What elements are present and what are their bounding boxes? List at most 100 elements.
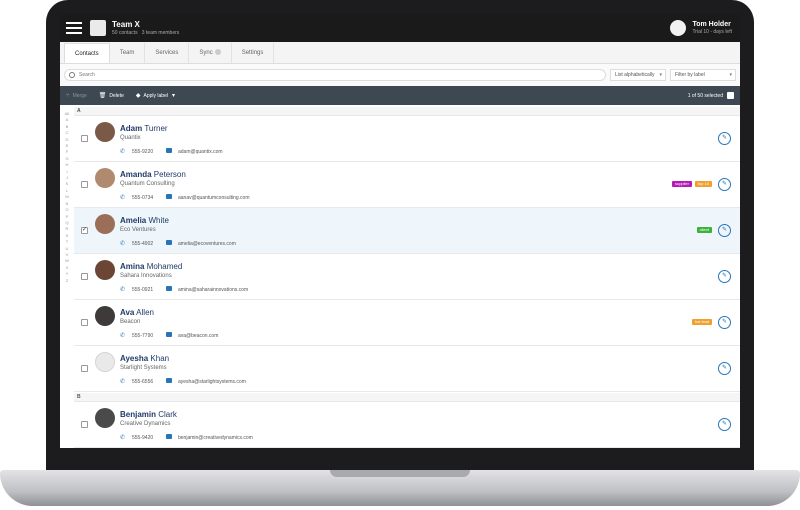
contact-row[interactable]: Amina Mohamed Sahara Innovations ✆ 555-0… xyxy=(74,254,740,300)
contact-row[interactable]: ✓ Amelia White Eco Ventures ✆ 555-4902 a… xyxy=(74,208,740,254)
contact-email[interactable]: benjamin@creativedynamics.com xyxy=(178,435,253,441)
tab-team[interactable]: Team xyxy=(110,43,146,63)
edit-contact-button[interactable]: ✎ xyxy=(718,362,731,375)
phone-icon: ✆ xyxy=(120,333,126,339)
trash-icon: 🗑 xyxy=(98,93,107,99)
team-logo xyxy=(90,20,106,36)
avatar xyxy=(95,214,115,234)
tab-sync[interactable]: Sync xyxy=(189,43,232,63)
tab-settings[interactable]: Settings xyxy=(232,43,275,63)
label-badge[interactable]: hot lead xyxy=(691,319,712,325)
section-header-a: A xyxy=(74,107,740,116)
user-name: Tom Holder xyxy=(692,21,731,28)
contact-row[interactable]: Benjamin Clark Creative Dynamics ✆ 555-9… xyxy=(74,402,740,448)
row-checkbox[interactable] xyxy=(81,181,88,188)
avatar xyxy=(95,168,115,188)
edit-contact-button[interactable]: ✎ xyxy=(718,178,731,191)
trial-text: Trial 10 - days left xyxy=(692,29,732,35)
select-all-checkbox[interactable] xyxy=(727,92,734,99)
phone-icon: ✆ xyxy=(120,379,126,385)
contact-name[interactable]: Adam Turner xyxy=(120,124,168,133)
apply-label-button[interactable]: ◆ Apply label ▾ xyxy=(136,92,178,100)
contact-row[interactable]: Adam Turner Quantix ✆ 555-9220 adam@quan… xyxy=(74,116,740,162)
avatar-placeholder xyxy=(95,352,115,372)
edit-contact-button[interactable]: ✎ xyxy=(718,132,731,145)
contact-company: Eco Ventures xyxy=(120,227,156,233)
contact-email[interactable]: amelia@ecoventures.com xyxy=(178,241,236,247)
edit-contact-button[interactable]: ✎ xyxy=(718,316,731,329)
merge-button[interactable]: ⑂ Merge xyxy=(66,93,87,99)
last-name: Khan xyxy=(150,354,170,363)
label-badge[interactable]: top 10 xyxy=(694,181,712,187)
laptop-bezel xyxy=(46,448,754,472)
contact-row[interactable]: Amanda Peterson Quantum Consulting ✆ 555… xyxy=(74,162,740,208)
contact-phone[interactable]: 555-9220 xyxy=(132,149,153,155)
contact-name[interactable]: Amelia White xyxy=(120,216,169,225)
user-avatar xyxy=(670,20,687,36)
contact-phone[interactable]: 555-7790 xyxy=(132,333,153,339)
row-checkbox[interactable] xyxy=(81,319,88,326)
edit-contact-button[interactable]: ✎ xyxy=(718,270,731,283)
selected-text: 1 of 50 selected xyxy=(687,92,723,99)
first-name: Adam xyxy=(120,124,143,133)
avatar xyxy=(95,122,115,142)
phone-icon: ✆ xyxy=(120,149,126,155)
contact-email[interactable]: amina@saharainnovations.com xyxy=(178,287,248,293)
tab-contacts[interactable]: Contacts xyxy=(64,43,110,63)
delete-button[interactable]: 🗑 Delete xyxy=(98,92,124,100)
sort-select[interactable]: List alphabetically ▾ xyxy=(610,69,666,81)
row-checkbox[interactable]: ✓ xyxy=(81,227,88,234)
delete-label: Delete xyxy=(109,92,124,99)
avatar xyxy=(95,306,115,326)
contact-company: Creative Dynamics xyxy=(120,421,171,427)
alphabet-index: All A B C D E F G H I J K L M N O P Q R S T U V W X Y Z xyxy=(63,111,71,284)
contact-email[interactable]: ayesha@starlightsystems.com xyxy=(178,379,246,385)
row-checkbox[interactable] xyxy=(81,135,88,142)
first-name: Ava xyxy=(120,308,135,317)
row-checkbox[interactable] xyxy=(81,273,88,280)
contact-email[interactable]: aanav@quantumconsulting.com xyxy=(178,195,250,201)
contact-name[interactable]: Benjamin Clark xyxy=(120,410,177,419)
app-screen: Team X 50 contacts 3 team members Tom Ho… xyxy=(60,14,740,448)
hamburger-menu-icon[interactable] xyxy=(66,22,82,34)
laptop-base-notch xyxy=(330,470,470,477)
first-name: Amina xyxy=(120,262,145,271)
merge-icon: ⑂ xyxy=(66,92,70,99)
search-input[interactable]: Search xyxy=(64,69,606,81)
row-checkbox[interactable] xyxy=(81,365,88,372)
contact-name[interactable]: Amina Mohamed xyxy=(120,262,182,271)
alphabet-letter[interactable]: Z xyxy=(66,278,68,284)
contact-phone[interactable]: 555-0734 xyxy=(132,195,153,201)
edit-contact-button[interactable]: ✎ xyxy=(718,418,731,431)
team-meta: 50 contacts 3 team members xyxy=(112,30,179,36)
contact-name[interactable]: Amanda Peterson xyxy=(120,170,186,179)
last-name: Allen xyxy=(136,308,154,317)
label-badge[interactable]: supplier xyxy=(671,181,692,187)
contact-list: All A B C D E F G H I J K L M N O P Q R S T U V W X Y Z A Adam Tur… xyxy=(60,105,740,448)
contact-company: Beacon xyxy=(120,319,141,325)
contact-name[interactable]: Ayesha Khan xyxy=(120,354,169,363)
contact-phone[interactable]: 555-9420 xyxy=(132,435,153,441)
contact-phone[interactable]: 555-6556 xyxy=(132,379,153,385)
contact-email[interactable]: ava@beacon.com xyxy=(178,333,218,339)
contact-row[interactable]: Ava Allen Beacon ✆ 555-7790 ava@beacon.c… xyxy=(74,300,740,346)
row-checkbox[interactable] xyxy=(81,421,88,428)
edit-contact-button[interactable]: ✎ xyxy=(718,224,731,237)
label-badge[interactable]: client xyxy=(696,227,712,233)
section-header-b: B xyxy=(74,393,740,402)
phone-icon: ✆ xyxy=(120,195,126,201)
search-placeholder: Search xyxy=(79,72,95,78)
email-icon xyxy=(166,194,172,199)
contact-name[interactable]: Ava Allen xyxy=(120,308,154,317)
tab-services[interactable]: Services xyxy=(145,43,190,63)
contact-phone[interactable]: 555-0921 xyxy=(132,287,153,293)
team-info[interactable]: Team X 50 contacts 3 team members xyxy=(112,20,179,36)
contact-company: Sahara Innovations xyxy=(120,273,172,279)
contact-email[interactable]: adam@quantix.com xyxy=(178,149,223,155)
label-filter-select[interactable]: Filter by label ▾ xyxy=(670,69,736,81)
contact-phone[interactable]: 555-4902 xyxy=(132,241,153,247)
contact-row[interactable]: Ayesha Khan Starlight Systems ✆ 555-6556… xyxy=(74,346,740,392)
user-menu[interactable]: Tom Holder Trial 10 - days left xyxy=(670,20,732,36)
last-name: Turner xyxy=(144,124,168,133)
filter-value: Filter by label xyxy=(675,72,705,78)
